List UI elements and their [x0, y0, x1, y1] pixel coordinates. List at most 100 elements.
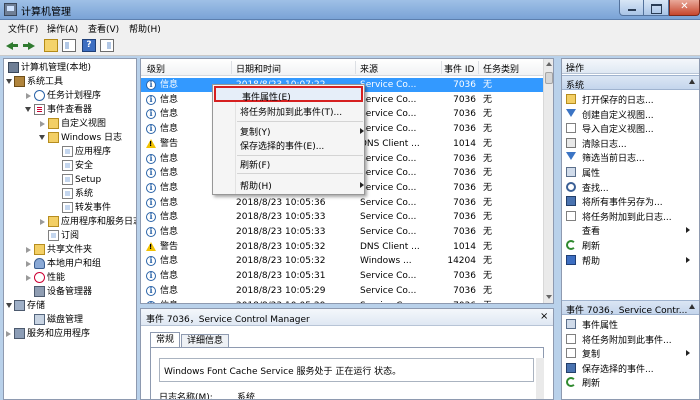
event-cell-source: DNS Client ... — [360, 241, 420, 252]
attach-task-icon — [566, 333, 576, 344]
tree-item-label: 系统 — [75, 189, 94, 199]
collapse-section-icon[interactable] — [689, 304, 695, 309]
event-description-box[interactable]: Windows Font Cache Service 服务处于 正在运行 状态。 — [159, 358, 534, 382]
column-source[interactable]: 来源 — [360, 62, 378, 75]
menu-view[interactable]: 查看(V) — [88, 22, 119, 35]
event-cell-id: 7036 — [453, 153, 476, 164]
menu-item-save-selected[interactable]: 保存选择的事件(E)... — [214, 137, 363, 153]
event-cell-category: 无 — [483, 241, 493, 252]
event-row[interactable]: 信息 2018/8/23 10:05:32 Windows ... 14204 无 — [141, 254, 543, 268]
minimize-button[interactable] — [619, 0, 644, 16]
actions-section-event[interactable]: 事件 7036，Service Contr... — [562, 300, 699, 316]
back-arrow-icon[interactable] — [5, 39, 19, 52]
event-row[interactable]: 警告 2018/8/23 10:05:32 DNS Client ... 1014 无 — [141, 240, 543, 254]
action-item[interactable]: 帮助 — [562, 253, 699, 267]
action-item[interactable]: 打开保存的日志... — [562, 92, 699, 106]
collapse-icon[interactable] — [6, 303, 12, 308]
expand-icon[interactable] — [26, 261, 31, 267]
event-row[interactable]: 信息 2018/8/23 10:05:29 Service Co... 7036 无 — [141, 284, 543, 298]
column-divider[interactable] — [231, 61, 232, 74]
action-item[interactable]: 属性 — [562, 165, 699, 179]
actions-section-system[interactable]: 系统 — [562, 75, 699, 91]
scroll-thumb[interactable] — [545, 72, 553, 84]
expand-icon[interactable] — [26, 275, 31, 281]
scroll-down-icon[interactable] — [546, 295, 552, 299]
event-cell-category: 无 — [483, 271, 493, 282]
expand-icon[interactable] — [40, 219, 45, 225]
event-cell-id: 7036 — [453, 168, 476, 179]
action-item-label: 保存选择的事件... — [582, 364, 654, 375]
event-cell-category: 无 — [483, 153, 493, 164]
close-icon[interactable]: × — [540, 311, 548, 322]
clock-icon — [34, 90, 45, 101]
log-icon — [62, 202, 73, 213]
event-row[interactable]: 信息 2018/8/23 10:05:29 Service Co... 7036 无 — [141, 299, 543, 303]
column-divider[interactable] — [478, 61, 479, 74]
action-item-label: 属性 — [582, 169, 601, 179]
action-item[interactable]: 筛选当前日志... — [562, 150, 699, 164]
menu-file[interactable]: 文件(F) — [8, 22, 38, 35]
event-list-scrollbar[interactable] — [543, 59, 553, 303]
maximize-button[interactable] — [644, 0, 669, 16]
action-item[interactable]: 将所有事件另存为... — [562, 194, 699, 208]
event-cell-level: 警告 — [160, 241, 179, 252]
info-icon — [146, 300, 156, 303]
event-cell-datetime: 2018/8/23 10:05:36 — [236, 197, 326, 208]
help-icon[interactable]: ? — [82, 39, 96, 52]
collapse-section-icon[interactable] — [689, 79, 695, 84]
event-row[interactable]: 信息 2018/8/23 10:05:36 Service Co... 7036 无 — [141, 196, 543, 210]
collapse-icon[interactable] — [39, 135, 45, 140]
tree-item-label: 共享文件夹 — [47, 245, 93, 255]
up-folder-icon[interactable] — [44, 39, 58, 52]
warning-icon — [146, 241, 156, 251]
event-row[interactable]: 信息 2018/8/23 10:05:33 Service Co... 7036 无 — [141, 225, 543, 239]
action-item[interactable]: 清除日志... — [562, 136, 699, 150]
action-item[interactable]: 刷新 — [562, 238, 699, 252]
services-icon — [14, 328, 25, 339]
tab-details[interactable]: 详细信息 — [181, 334, 230, 347]
action-item[interactable]: 创建自定义视图... — [562, 107, 699, 121]
column-event-id[interactable]: 事件 ID — [444, 62, 474, 75]
expand-icon[interactable] — [6, 331, 11, 337]
column-datetime[interactable]: 日期和时间 — [236, 62, 281, 75]
action-item[interactable]: 将任务附加到此事件... — [562, 332, 699, 346]
menu-item-help[interactable]: 帮助(H) — [214, 177, 364, 193]
forward-arrow-icon[interactable] — [22, 39, 36, 52]
menu-item-event-properties[interactable]: 事件属性(E) — [214, 86, 363, 103]
event-cell-source: Service Co... — [360, 109, 417, 120]
collapse-icon[interactable] — [25, 107, 31, 112]
event-cell-source: Service Co... — [360, 168, 417, 179]
action-item[interactable]: 将任务附加到此日志... — [562, 209, 699, 223]
scroll-up-icon[interactable] — [546, 62, 552, 66]
expand-icon[interactable] — [26, 93, 31, 99]
menu-action[interactable]: 操作(A) — [47, 22, 78, 35]
action-item[interactable]: 导入自定义视图... — [562, 121, 699, 135]
event-cell-category: 无 — [483, 285, 493, 296]
show-tree-icon[interactable] — [62, 39, 76, 52]
column-divider[interactable] — [355, 61, 356, 74]
event-cell-datetime: 2018/8/23 10:05:31 — [236, 271, 326, 282]
action-item[interactable]: 查找... — [562, 180, 699, 194]
tree-item-label: 性能 — [47, 273, 66, 283]
menu-help[interactable]: 帮助(H) — [129, 22, 161, 35]
tab-general[interactable]: 常规 — [150, 332, 181, 347]
column-level[interactable]: 级别 — [147, 62, 165, 75]
expand-icon[interactable] — [26, 247, 31, 253]
menu-item-refresh[interactable]: 刷新(F) — [214, 156, 363, 172]
action-item[interactable]: 刷新 — [562, 375, 699, 389]
action-item[interactable]: 查看 — [562, 223, 699, 237]
event-row[interactable]: 信息 2018/8/23 10:05:33 Service Co... 7036 无 — [141, 210, 543, 224]
show-actions-icon[interactable] — [100, 39, 114, 52]
collapse-icon[interactable] — [6, 79, 12, 84]
expand-icon[interactable] — [40, 121, 45, 127]
column-divider[interactable] — [441, 61, 442, 74]
close-button[interactable]: ✕ — [669, 0, 700, 16]
event-row[interactable]: 信息 2018/8/23 10:05:31 Service Co... 7036 无 — [141, 269, 543, 283]
action-item[interactable]: 保存选择的事件... — [562, 361, 699, 375]
detail-scrollbar[interactable] — [536, 358, 544, 399]
column-task-category[interactable]: 任务类别 — [483, 62, 519, 75]
info-icon — [146, 153, 156, 164]
action-item[interactable]: 事件属性 — [562, 317, 699, 331]
menu-item-attach-task[interactable]: 将任务附加到此事件(T)... — [214, 103, 363, 119]
action-item[interactable]: 复制 — [562, 346, 699, 360]
